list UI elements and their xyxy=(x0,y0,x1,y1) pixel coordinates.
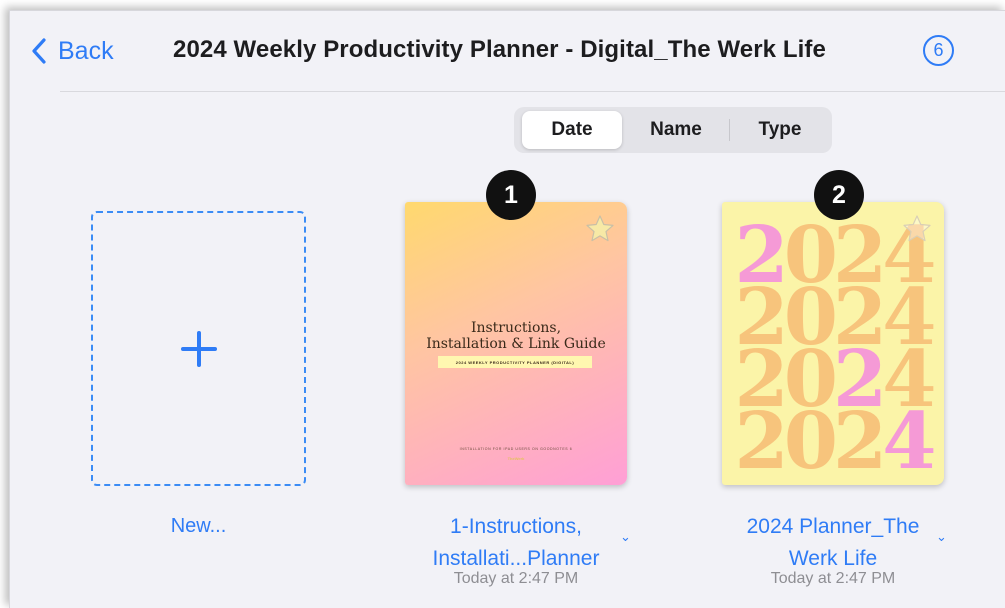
file-name-line1: 2024 Planner_The xyxy=(746,515,920,538)
header: Back 2024 Weekly Productivity Planner - … xyxy=(10,11,1005,93)
file-date: Today at 2:47 PM xyxy=(453,570,579,587)
cover-footer: INSTALLATION FOR IPAD USERS ON GOODNOTES… xyxy=(459,447,573,451)
file-date: Today at 2:47 PM xyxy=(770,570,896,587)
chevron-down-icon[interactable]: ⌄ xyxy=(936,529,947,545)
new-document-label[interactable]: New... xyxy=(91,515,306,538)
sort-type-option[interactable]: Type xyxy=(732,111,828,149)
item-count-badge[interactable]: 6 xyxy=(923,35,954,66)
chevron-left-icon xyxy=(32,38,46,64)
cover-footer-brand: TheWerk xyxy=(507,456,525,461)
plus-icon xyxy=(180,330,217,367)
file-name-planner[interactable]: 2024 Planner_The Werk Life xyxy=(722,511,944,575)
page-title: 2024 Weekly Productivity Planner - Digit… xyxy=(173,36,826,63)
file-thumbnail-instructions[interactable]: Instructions, Installation & Link Guide … xyxy=(405,202,627,485)
file-name-instructions[interactable]: 1-Instructions, Installati...Planner xyxy=(405,511,627,575)
back-button[interactable]: Back xyxy=(30,35,114,67)
file-thumbnail-planner[interactable]: 2024 2024 2024 2024 xyxy=(722,202,944,485)
file-name-line1: 1-Instructions, xyxy=(450,515,582,538)
chevron-down-icon[interactable]: ⌄ xyxy=(620,529,631,545)
cover-subtitle: 2024 WEEKLY PRODUCTIVITY PLANNER (DIGITA… xyxy=(438,356,592,368)
back-label: Back xyxy=(58,36,114,65)
cover-title-line2: Installation & Link Guide xyxy=(426,336,606,352)
new-document-button[interactable] xyxy=(91,211,306,486)
app-window: Back 2024 Weekly Productivity Planner - … xyxy=(9,10,1005,608)
segment-divider xyxy=(729,119,730,141)
header-divider xyxy=(60,91,1005,92)
sort-segmented-control: Date Name Type xyxy=(514,107,832,153)
favorite-star-icon[interactable] xyxy=(902,214,932,244)
favorite-star-icon[interactable] xyxy=(585,214,615,244)
callout-marker-2: 2 xyxy=(814,170,864,220)
cover-title-line1: Instructions, xyxy=(470,320,562,336)
callout-marker-1: 1 xyxy=(486,170,536,220)
sort-date-option[interactable]: Date xyxy=(522,111,622,149)
cover-year-4: 2024 xyxy=(734,396,936,485)
sort-name-option[interactable]: Name xyxy=(626,111,726,149)
